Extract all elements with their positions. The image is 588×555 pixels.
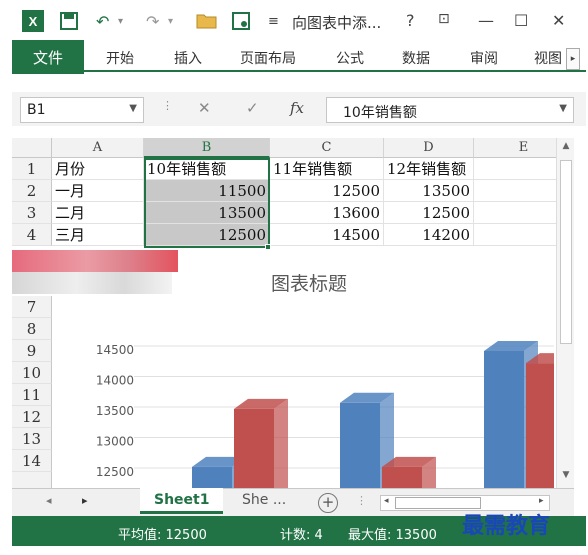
more-icon: ⋮: [356, 494, 367, 507]
more-icon: ⋮: [162, 99, 173, 112]
cell-c2[interactable]: 12500: [270, 180, 384, 202]
redo-dropdown-icon[interactable]: ▾: [168, 9, 173, 33]
tab-view[interactable]: 视图: [534, 48, 562, 68]
enter-formula-button[interactable]: ✓: [246, 99, 259, 117]
cancel-formula-button[interactable]: ✕: [198, 99, 211, 117]
close-button[interactable]: ✕: [552, 11, 565, 30]
help-button[interactable]: ?: [406, 11, 415, 30]
vertical-scrollbar[interactable]: ▲ ▼: [556, 138, 574, 488]
tab-review[interactable]: 审阅: [470, 48, 498, 68]
cell-d4[interactable]: 14200: [384, 224, 474, 246]
name-box[interactable]: B1 ▼: [20, 97, 144, 123]
minimize-button[interactable]: —: [478, 11, 494, 30]
tab-formulas[interactable]: 公式: [336, 48, 364, 68]
ribbon-scroll-right-icon[interactable]: ▸: [566, 48, 580, 70]
open-folder-icon[interactable]: [196, 9, 218, 33]
scroll-left-icon[interactable]: ◂: [384, 496, 389, 506]
row-header-9[interactable]: 9: [12, 340, 52, 362]
scroll-up-icon[interactable]: ▲: [559, 141, 573, 155]
row-header-1[interactable]: 1: [12, 158, 52, 180]
cell-a1[interactable]: 月份: [52, 158, 144, 180]
worksheet-grid: A B C D E 1 2 3 4 7 8 9 10 11 12 13 14 月…: [12, 138, 574, 488]
sheet-prev-icon[interactable]: ◂: [46, 494, 52, 507]
y-tick-label: 14000: [96, 374, 134, 388]
vertical-scroll-thumb[interactable]: [560, 160, 572, 344]
name-box-value: B1: [27, 102, 46, 118]
redo-icon[interactable]: ↷: [146, 9, 159, 33]
ribbon-body: [12, 74, 586, 92]
title-bar: X ↶ ▾ ↷ ▾ ≡ 向图表中添... ? ⊡ — ☐ ✕: [0, 0, 588, 44]
cell-d3[interactable]: 12500: [384, 202, 474, 224]
tab-home[interactable]: 开始: [106, 48, 134, 68]
maximize-button[interactable]: ☐: [514, 11, 528, 30]
sheet-tab-sheet1[interactable]: Sheet1: [140, 488, 224, 514]
row-header-15[interactable]: [12, 472, 52, 488]
y-tick-label: 13000: [96, 435, 134, 449]
scroll-right-icon[interactable]: ▸: [539, 496, 544, 506]
chart-bar[interactable]: [382, 456, 436, 488]
insert-function-button[interactable]: fx: [290, 99, 304, 117]
y-tick-label: 13500: [96, 404, 134, 418]
cell-a2[interactable]: 一月: [52, 180, 144, 202]
excel-logo-icon: X: [22, 10, 44, 32]
chart-bar[interactable]: [234, 398, 288, 488]
ribbon-display-button[interactable]: ⊡: [438, 11, 450, 27]
formula-value: 10年销售额: [343, 105, 417, 121]
chart-title[interactable]: 图表标题: [271, 273, 347, 295]
cell-a4[interactable]: 三月: [52, 224, 144, 246]
sheet-tab-2[interactable]: She ...: [228, 488, 300, 514]
tab-insert[interactable]: 插入: [174, 48, 202, 68]
row-header-7[interactable]: 7: [12, 296, 52, 318]
chevron-down-icon[interactable]: ▼: [129, 103, 137, 114]
tab-data[interactable]: 数据: [402, 48, 430, 68]
add-sheet-button[interactable]: +: [318, 493, 338, 513]
tab-page-layout[interactable]: 页面布局: [240, 48, 296, 68]
cell-c3[interactable]: 13600: [270, 202, 384, 224]
row-header-3[interactable]: 3: [12, 202, 52, 224]
column-header-b[interactable]: B: [144, 138, 270, 158]
expand-formula-icon[interactable]: ▼: [559, 103, 567, 114]
status-average: 平均值: 12500: [118, 528, 207, 543]
undo-dropdown-icon[interactable]: ▾: [118, 9, 123, 33]
column-header-d[interactable]: D: [384, 138, 474, 158]
tab-file[interactable]: 文件: [12, 40, 84, 74]
sheet-next-icon[interactable]: ▸: [82, 494, 88, 507]
row-header-11[interactable]: 11: [12, 384, 52, 406]
status-max: 最大值: 13500: [348, 528, 437, 543]
scroll-down-icon[interactable]: ▼: [559, 470, 573, 484]
status-count: 计数: 4: [280, 528, 323, 543]
row-header-12[interactable]: 12: [12, 406, 52, 428]
window-title: 向图表中添...: [292, 14, 382, 32]
cell-d2[interactable]: 13500: [384, 180, 474, 202]
column-header-a[interactable]: A: [52, 138, 144, 158]
column-header-c[interactable]: C: [270, 138, 384, 158]
cell-selection-border: [144, 158, 270, 248]
save-as-icon[interactable]: [232, 9, 250, 33]
select-all-corner[interactable]: [12, 138, 52, 158]
customize-toolbar-icon[interactable]: ≡: [268, 9, 279, 33]
formula-input[interactable]: 10年销售额 ▼: [326, 97, 574, 123]
row-header-8[interactable]: 8: [12, 318, 52, 340]
cell-a3[interactable]: 二月: [52, 202, 144, 224]
undo-icon[interactable]: ↶: [96, 9, 109, 33]
y-tick-label: 14500: [96, 343, 134, 357]
save-icon[interactable]: [60, 9, 78, 33]
cell-c4[interactable]: 14500: [270, 224, 384, 246]
cell-d1[interactable]: 12年销售额: [384, 158, 474, 180]
row-header-14[interactable]: 14: [12, 450, 52, 472]
row-header-2[interactable]: 2: [12, 180, 52, 202]
chart-bar[interactable]: [526, 353, 574, 488]
blurred-watermark: [12, 250, 178, 272]
cell-c1[interactable]: 11年销售额: [270, 158, 384, 180]
watermark-logo: 最需教育: [462, 513, 551, 539]
row-header-13[interactable]: 13: [12, 428, 52, 450]
y-tick-label: 12500: [96, 465, 134, 479]
ribbon-tab-row: [12, 44, 586, 72]
row-header-10[interactable]: 10: [12, 362, 52, 384]
row-header-4[interactable]: 4: [12, 224, 52, 246]
blurred-watermark-shadow: [12, 272, 172, 294]
